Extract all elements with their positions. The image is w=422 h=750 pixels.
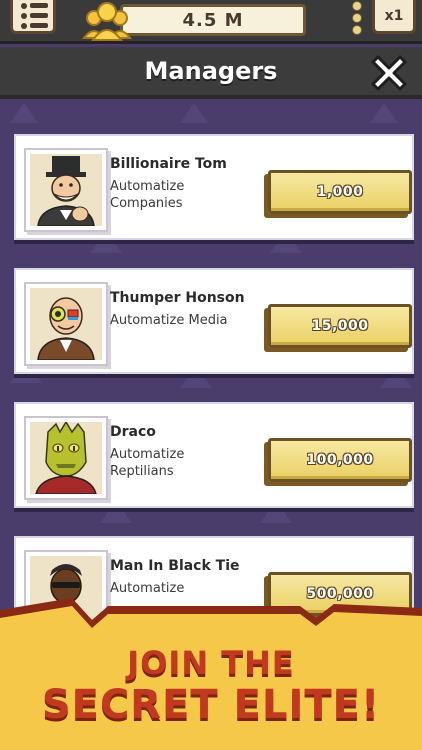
- menu-button[interactable]: [10, 0, 56, 34]
- manager-description: Automatize Companies: [110, 179, 185, 211]
- hire-button[interactable]: 100,000: [268, 438, 412, 482]
- cash-display: 4.5 M: [120, 4, 306, 36]
- manager-card: Thumper Honson Automatize Media 15,000: [14, 268, 414, 374]
- manager-name: Billionaire Tom: [110, 156, 227, 172]
- manager-card: Billionaire Tom Automatize Companies 1,0…: [14, 134, 414, 240]
- progress-dots: [350, 0, 364, 36]
- close-icon[interactable]: [370, 53, 408, 91]
- manager-portrait: [24, 148, 108, 232]
- investors-icon[interactable]: [78, 0, 136, 42]
- menu-list-icon: [21, 2, 53, 9]
- promo-banner: JOIN THE SECRET ELITE!: [0, 586, 422, 750]
- manager-description: Automatize Reptilians: [110, 447, 185, 479]
- page-title: Managers: [144, 57, 278, 85]
- media-mogul-avatar: [30, 288, 102, 360]
- tycoon-avatar: [30, 154, 102, 226]
- manager-card: Draco Automatize Reptilians 100,000: [14, 402, 414, 508]
- reptilian-avatar: [30, 422, 102, 494]
- manager-portrait: [24, 416, 108, 500]
- multiplier-button[interactable]: x1: [372, 0, 416, 34]
- manager-name: Man In Black Tie: [110, 558, 240, 574]
- banner-heading-line2: SECRET ELITE!: [41, 682, 381, 728]
- manager-name: Thumper Honson: [110, 290, 245, 306]
- manager-description: Automatize Media: [110, 313, 228, 328]
- banner-heading-line1: JOIN THE: [127, 644, 295, 682]
- managers-header: Managers: [0, 47, 422, 99]
- top-hud: 4.5 M x1: [0, 0, 422, 44]
- manager-name: Draco: [110, 424, 156, 440]
- hire-button[interactable]: 1,000: [268, 170, 412, 214]
- manager-portrait: [24, 282, 108, 366]
- hire-button[interactable]: 15,000: [268, 304, 412, 348]
